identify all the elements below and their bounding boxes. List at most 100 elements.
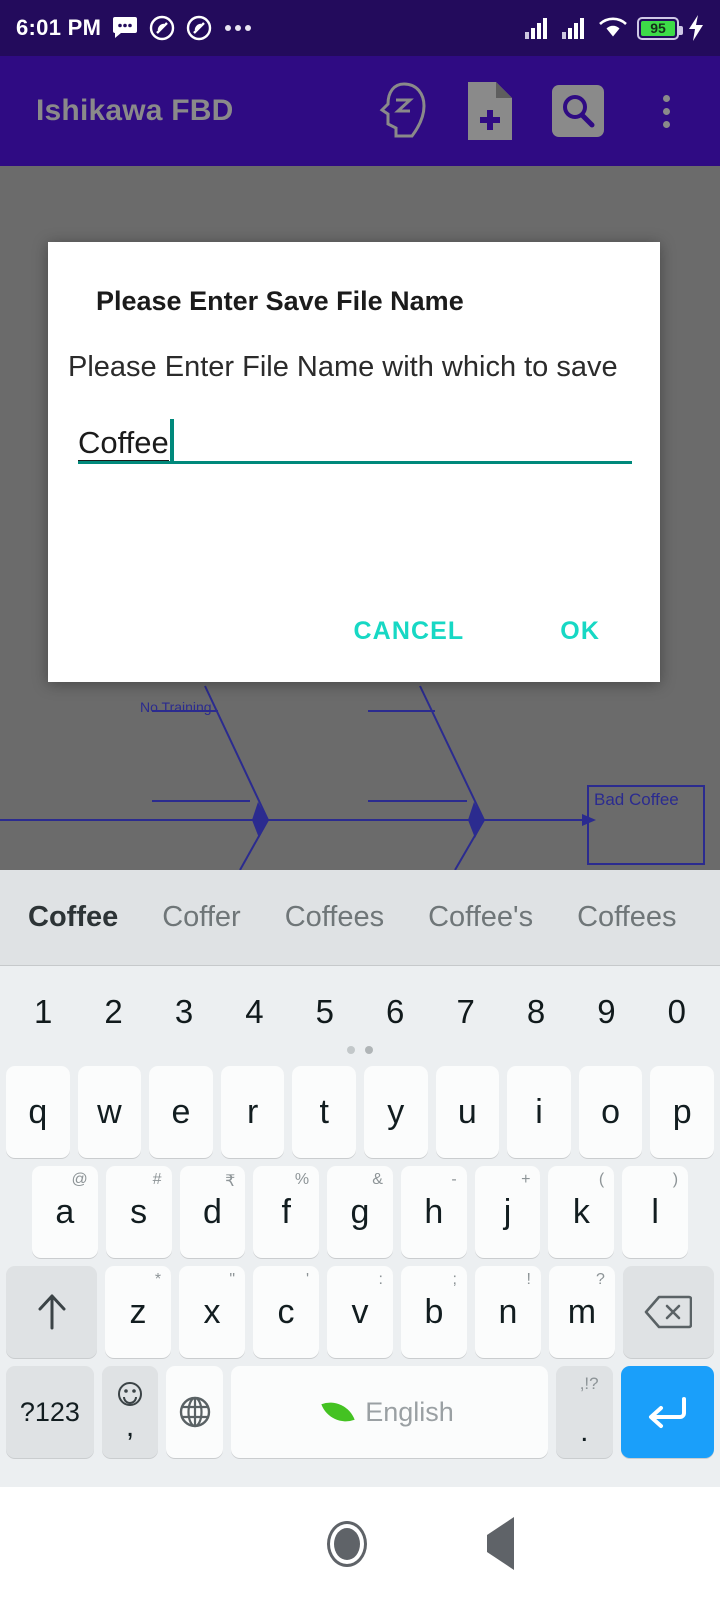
key-5[interactable]: 5 [290, 993, 360, 1031]
page-title: Ishikawa FBD [36, 94, 234, 127]
key-k[interactable]: (k [548, 1166, 615, 1258]
number-row: 1 2 3 4 5 6 7 8 9 0 [0, 966, 720, 1052]
key-m[interactable]: ? m [548, 1266, 615, 1358]
dialog-actions: CANCEL OK [332, 603, 660, 660]
key-p[interactable]: p [650, 1066, 714, 1158]
key-2[interactable]: 2 [78, 993, 148, 1031]
text-cursor [169, 419, 174, 462]
key-c-sub: ' [305, 1271, 310, 1288]
key-1[interactable]: 1 [8, 993, 78, 1031]
key-l[interactable]: ) l [622, 1166, 689, 1258]
suggestion-strip: Coffee Coffer Coffees Coffee's Coffees [0, 870, 720, 966]
key-q[interactable]: q [6, 1066, 70, 1158]
key-b-sub: ; [452, 1271, 457, 1288]
wifi-icon [598, 16, 628, 40]
key-6[interactable]: 6 [360, 993, 430, 1031]
key-b-label: b [424, 1292, 444, 1331]
key-s[interactable]: # s [105, 1166, 172, 1258]
key-g-sub: & [372, 1171, 383, 1188]
dialog-input-wrapper: Coffee [48, 386, 660, 465]
backspace-key[interactable] [622, 1266, 715, 1358]
symbols-key[interactable]: ?123 [6, 1366, 94, 1458]
phone-screen: 6:01 PM 95 Ishikawa FBD No Training Bad … [0, 0, 720, 1600]
do-not-disturb-icon [186, 15, 212, 41]
key-v-label: v [351, 1292, 369, 1331]
leaf-icon [321, 1395, 355, 1429]
fishbone-label-no-training[interactable]: No Training [140, 699, 212, 715]
key-k-label: k [572, 1192, 590, 1231]
dialog-message: Please Enter File Name with which to sav… [68, 351, 618, 383]
status-bar-right: 95 [524, 15, 704, 41]
key-x-label: x [203, 1292, 221, 1331]
key-e[interactable]: e [149, 1066, 213, 1158]
key-o[interactable]: o [578, 1066, 643, 1158]
period-key-label: . [580, 1415, 589, 1448]
key-l-sub: ) [672, 1171, 679, 1188]
backspace-icon [645, 1295, 693, 1329]
key-h[interactable]: -h [400, 1166, 467, 1258]
back-button[interactable] [486, 1516, 514, 1570]
search-icon[interactable] [550, 83, 606, 139]
key-y[interactable]: y [364, 1066, 428, 1158]
key-n-sub: ! [526, 1271, 531, 1288]
key-h-sub: - [451, 1171, 457, 1188]
suggestion-item[interactable]: Coffees [577, 901, 720, 934]
key-x[interactable]: " x [179, 1266, 246, 1358]
keyboard-row-3: * z " x ' c :v ; b ! n ? m [0, 1266, 720, 1358]
home-button[interactable] [326, 1520, 367, 1567]
signal-icon [524, 16, 552, 40]
key-0[interactable]: 0 [642, 993, 712, 1031]
suggestion-item[interactable]: Coffees [285, 901, 428, 934]
battery-percent: 95 [641, 20, 675, 36]
fishbone-label-bad-coffee[interactable]: Bad Coffee [594, 790, 679, 810]
emoji-comma-key[interactable]: , [101, 1366, 159, 1458]
key-a[interactable]: @ a [31, 1166, 98, 1258]
key-v-sub: : [378, 1271, 383, 1288]
key-g[interactable]: & g [327, 1166, 393, 1258]
suggestion-item[interactable]: Coffer [162, 901, 284, 934]
key-c[interactable]: ' c [253, 1266, 320, 1358]
battery-icon: 95 [637, 16, 683, 40]
new-file-icon[interactable] [462, 82, 518, 140]
key-7[interactable]: 7 [430, 993, 500, 1031]
key-f-label: f [281, 1192, 291, 1231]
enter-arrow-icon [649, 1397, 687, 1428]
enter-key[interactable] [620, 1366, 714, 1458]
space-key-label: English [365, 1396, 454, 1427]
key-8[interactable]: 8 [501, 993, 571, 1031]
key-k-sub: ( [598, 1171, 605, 1188]
language-globe-key[interactable] [166, 1366, 223, 1458]
key-d-sub: ₹ [225, 1173, 236, 1190]
shift-key[interactable] [6, 1266, 98, 1358]
ok-button[interactable]: OK [538, 603, 622, 660]
overflow-menu-icon[interactable] [638, 83, 694, 139]
save-file-dialog: Please Enter Save File Name Please Enter… [48, 242, 660, 682]
key-n[interactable]: ! n [474, 1266, 541, 1358]
key-g-label: g [350, 1192, 370, 1231]
key-z-sub: * [154, 1271, 162, 1288]
period-key[interactable]: ,!? . [555, 1366, 613, 1458]
key-f[interactable]: % f [253, 1166, 320, 1258]
key-j[interactable]: + j [474, 1166, 541, 1258]
key-v[interactable]: :v [327, 1266, 393, 1358]
suggestion-item[interactable]: Coffee's [428, 901, 577, 934]
status-bar: 6:01 PM 95 [0, 0, 720, 56]
key-z[interactable]: * z [105, 1266, 172, 1358]
filename-input[interactable]: Coffee [78, 406, 632, 465]
key-4[interactable]: 4 [219, 993, 289, 1031]
key-b[interactable]: ; b [401, 1266, 467, 1358]
key-t[interactable]: t [292, 1066, 356, 1158]
comma-key-label: , [125, 1410, 135, 1443]
on-screen-keyboard: Coffee Coffer Coffees Coffee's Coffees 1… [0, 870, 720, 1487]
key-r[interactable]: r [220, 1066, 285, 1158]
key-i[interactable]: i [507, 1066, 571, 1158]
mindmap-head-icon[interactable] [374, 82, 430, 139]
key-d[interactable]: ₹ d [179, 1166, 246, 1258]
key-9[interactable]: 9 [571, 993, 641, 1031]
key-3[interactable]: 3 [149, 993, 219, 1031]
suggestion-item[interactable]: Coffee [28, 901, 162, 934]
cancel-button[interactable]: CANCEL [332, 603, 487, 660]
space-key[interactable]: English [230, 1366, 548, 1458]
key-w[interactable]: w [77, 1066, 142, 1158]
key-u[interactable]: u [435, 1066, 500, 1158]
